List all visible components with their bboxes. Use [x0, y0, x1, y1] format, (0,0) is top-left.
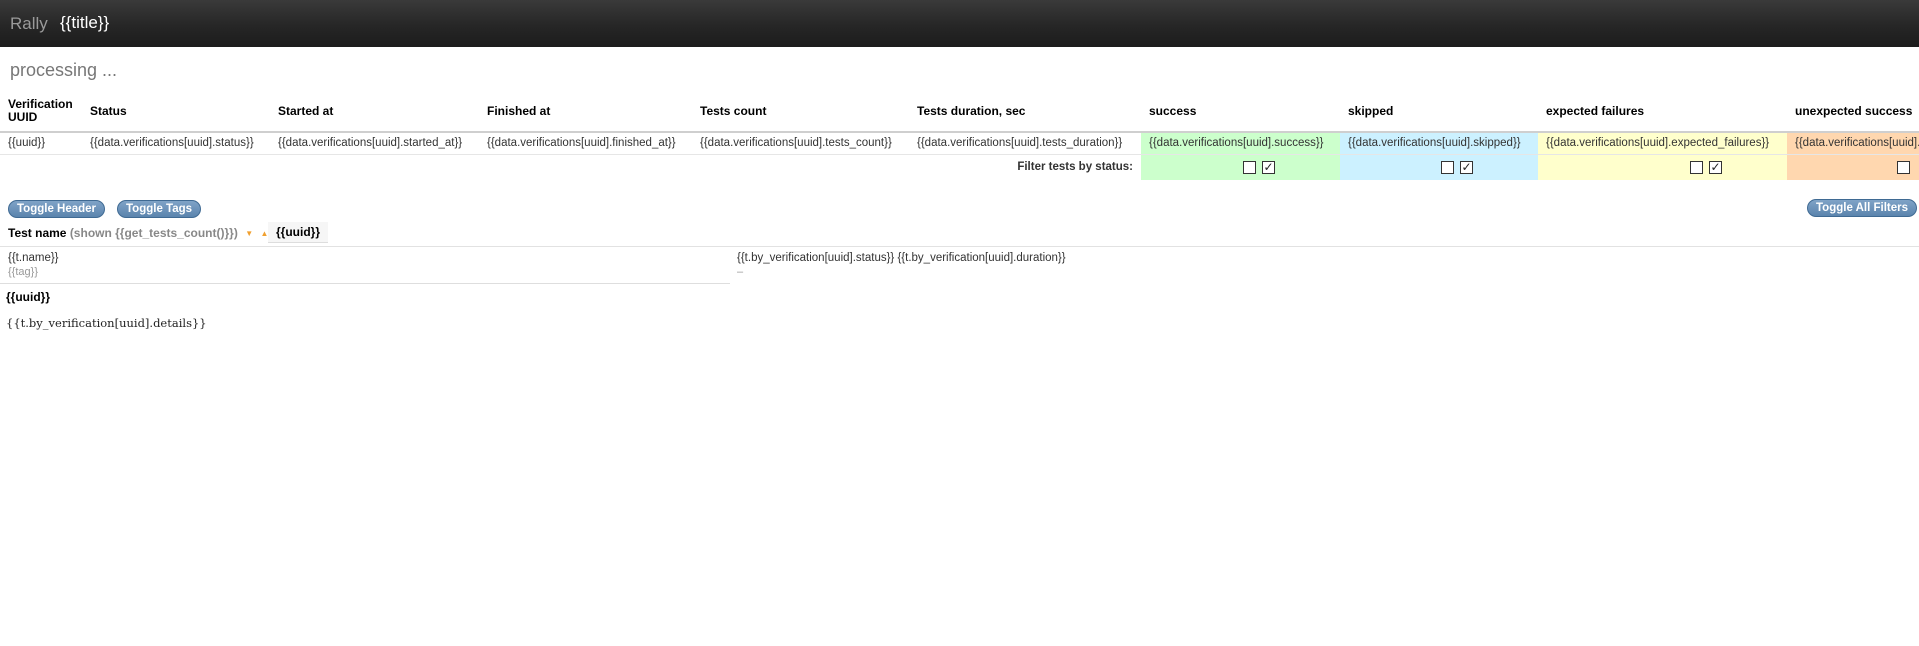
col-header-skipped[interactable]: skipped — [1340, 90, 1538, 133]
filter-success-checked-checkbox[interactable]: ✓ — [1262, 160, 1275, 174]
col-header-success[interactable]: success — [1141, 90, 1340, 133]
divider — [0, 246, 1919, 247]
col-header-status[interactable]: Status — [82, 90, 270, 133]
test-name[interactable]: {{t.name}} — [8, 252, 59, 264]
filter-uxsuccess-unchecked-checkbox[interactable] — [1897, 160, 1910, 174]
filter-skipped-unchecked-checkbox[interactable] — [1441, 160, 1454, 174]
col-header-tests-count[interactable]: Tests count — [692, 90, 909, 133]
col-header-uuid[interactable]: Verification UUID — [0, 90, 82, 133]
col-header-unexpected-success[interactable]: unexpected success — [1787, 90, 1919, 133]
tests-header: Test name (shown {{get_tests_count()}}) … — [8, 226, 268, 240]
test-tag: {{tag}} — [8, 266, 38, 278]
cell-tests-duration: {{data.verifications[uuid].tests_duratio… — [909, 132, 1141, 155]
test-verification-status: {{t.by_verification[uuid].status}} {{t.b… — [737, 252, 1066, 264]
brand-label: Rally — [10, 14, 48, 33]
test-verification-dash: – — [737, 266, 744, 278]
filter-skipped: ✓ — [1340, 154, 1538, 180]
col-header-tests-duration[interactable]: Tests duration, sec — [909, 90, 1141, 133]
filter-unexpected-success — [1787, 154, 1919, 180]
filter-row: Filter tests by status: ✓ ✓ ✓ — [0, 154, 1919, 180]
filter-expected-failures: ✓ — [1538, 154, 1787, 180]
cell-success: {{data.verifications[uuid].success}} — [1141, 132, 1340, 155]
filter-skipped-checked-checkbox[interactable]: ✓ — [1460, 160, 1473, 174]
verifications-table: Verification UUID Status Started at Fini… — [0, 90, 1919, 180]
details-uuid: {{uuid}} — [6, 290, 51, 304]
cell-skipped: {{data.verifications[uuid].skipped}} — [1340, 132, 1538, 155]
test-details: {{t.by_verification[uuid].details}} — [6, 316, 207, 330]
toggle-tags-button[interactable]: Toggle Tags — [117, 200, 202, 218]
test-name-sort-header[interactable]: Test name — [8, 226, 66, 240]
col-header-finished-at[interactable]: Finished at — [479, 90, 692, 133]
cell-unexpected-success: {{data.verifications[uuid].unexpected_su… — [1787, 132, 1919, 155]
col-header-expected-failures[interactable]: expected failures — [1538, 90, 1787, 133]
filter-label: Filter tests by status: — [1017, 161, 1133, 174]
cell-tests-count: {{data.verifications[uuid].tests_count}} — [692, 132, 909, 155]
filter-xfail-checked-checkbox[interactable]: ✓ — [1709, 160, 1722, 174]
cell-expected-failures: {{data.verifications[uuid].expected_fail… — [1538, 132, 1787, 155]
filter-success: ✓ — [1141, 154, 1340, 180]
sort-desc-icon[interactable]: ▼ — [245, 229, 253, 238]
table-row: {{uuid}} {{data.verifications[uuid].stat… — [0, 132, 1919, 155]
table-header-row: Verification UUID Status Started at Fini… — [0, 90, 1919, 133]
cell-finished-at: {{data.verifications[uuid].finished_at}} — [479, 132, 692, 155]
processing-status: processing ... — [10, 60, 118, 80]
cell-started-at: {{data.verifications[uuid].started_at}} — [270, 132, 479, 155]
cell-uuid: {{uuid}} — [0, 132, 82, 155]
divider — [0, 283, 730, 284]
col-header-started-at[interactable]: Started at — [270, 90, 479, 133]
filter-xfail-unchecked-checkbox[interactable] — [1690, 160, 1703, 174]
tests-uuid-column-header[interactable]: {{uuid}} — [268, 222, 329, 243]
page-title: {{title}} — [60, 13, 110, 32]
toggle-header-button[interactable]: Toggle Header — [8, 200, 106, 218]
toggle-all-filters-button[interactable]: Toggle All Filters — [1807, 199, 1918, 217]
shown-count: (shown {{get_tests_count()}}) — [69, 226, 238, 240]
top-header: Rally {{title}} — [0, 0, 1919, 47]
filter-success-unchecked-checkbox[interactable] — [1243, 160, 1256, 174]
cell-status: {{data.verifications[uuid].status}} — [82, 132, 270, 155]
